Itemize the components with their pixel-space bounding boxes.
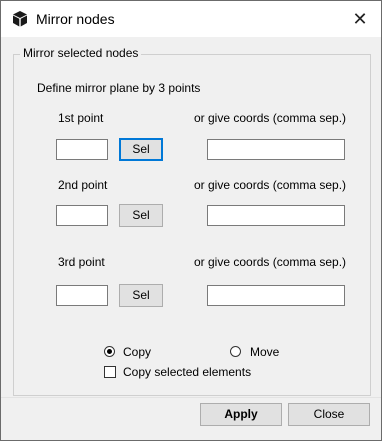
point-1-label: 1st point [58,111,104,125]
copy-radio-label: Copy [123,345,152,359]
move-radio-label: Move [250,345,280,359]
button-bar-divider [1,397,381,398]
point-2-node-input[interactable] [56,205,108,226]
close-button[interactable]: Close [288,403,370,426]
point-2-label: 2nd point [58,178,108,192]
point-1-coords-label: or give coords (comma sep.) [194,111,347,125]
copy-elements-label: Copy selected elements [123,365,252,379]
point-1-node-input[interactable] [56,139,108,160]
point-2-coords-label: or give coords (comma sep.) [194,178,347,192]
point-3-label: 3rd point [58,255,105,269]
point-3-coords-label: or give coords (comma sep.) [194,255,347,269]
move-radio[interactable] [230,346,241,357]
close-icon[interactable]: ✕ [343,1,377,37]
copy-radio[interactable] [104,346,115,357]
title-bar: Mirror nodes ✕ [1,1,381,37]
point-2-coords-input[interactable] [207,205,345,226]
point-2-sel-button[interactable]: Sel [119,204,163,227]
point-1-coords-input[interactable] [207,139,345,160]
copy-elements-checkbox[interactable] [104,366,116,378]
window-title: Mirror nodes [36,11,115,27]
point-1-sel-button[interactable]: Sel [119,138,163,161]
mirror-nodes-dialog: Mirror nodes ✕ Mirror selected nodes Def… [0,0,382,441]
apply-button[interactable]: Apply [200,403,282,426]
point-3-sel-button[interactable]: Sel [119,284,163,307]
point-3-node-input[interactable] [56,285,108,306]
instruction-label: Define mirror plane by 3 points [37,81,201,95]
group-legend: Mirror selected nodes [20,46,142,60]
point-3-coords-input[interactable] [207,285,345,306]
cube-icon [13,11,27,27]
